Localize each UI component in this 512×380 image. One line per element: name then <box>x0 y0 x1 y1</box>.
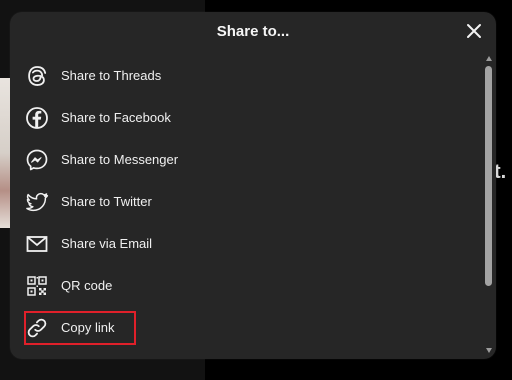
share-twitter-item[interactable]: Share to Twitter <box>10 182 480 222</box>
qr-code-icon <box>24 273 50 299</box>
dialog-header: Share to... <box>10 12 496 52</box>
share-threads-label: Share to Threads <box>61 68 162 83</box>
share-messenger-item[interactable]: Share to Messenger <box>10 140 480 180</box>
share-email-label: Share via Email <box>61 236 153 251</box>
twitter-icon <box>24 189 50 215</box>
qr-code-item[interactable]: QR code <box>10 266 480 306</box>
qr-code-label: QR code <box>61 278 113 293</box>
messenger-icon <box>24 147 50 173</box>
share-messenger-label: Share to Messenger <box>61 152 179 167</box>
dialog-scrollbar[interactable] <box>484 56 494 356</box>
dialog-title: Share to... <box>216 23 290 40</box>
facebook-icon <box>24 105 50 131</box>
link-icon <box>24 315 50 341</box>
share-facebook-item[interactable]: Share to Facebook <box>10 98 480 138</box>
threads-icon <box>24 63 50 89</box>
close-icon[interactable] <box>465 22 483 40</box>
share-dialog: Share to... Share to Threads Share to Fa… <box>10 12 496 359</box>
scroll-down-arrow-icon[interactable] <box>486 348 492 353</box>
share-email-item[interactable]: Share via Email <box>10 224 480 264</box>
scrollbar-thumb[interactable] <box>485 66 492 286</box>
share-threads-item[interactable]: Share to Threads <box>10 56 480 96</box>
share-facebook-label: Share to Facebook <box>61 110 171 125</box>
share-twitter-label: Share to Twitter <box>61 194 152 209</box>
copy-link-label: Copy link <box>61 320 115 335</box>
scroll-up-arrow-icon[interactable] <box>486 56 492 61</box>
email-icon <box>24 231 50 257</box>
copy-link-item[interactable]: Copy link <box>10 308 480 348</box>
